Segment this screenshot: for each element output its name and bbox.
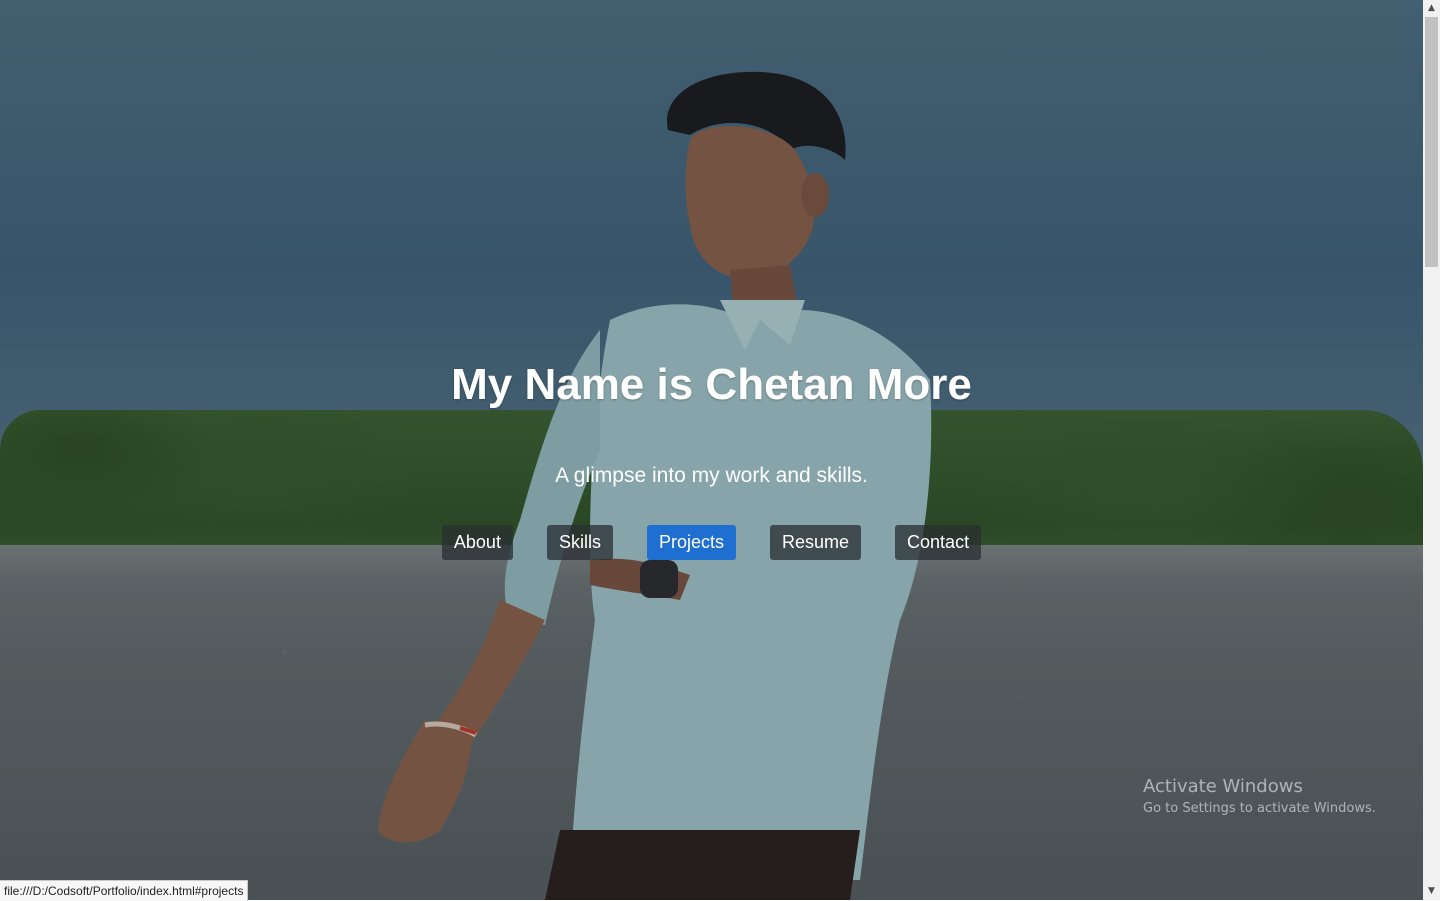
status-bar-url: file:///D:/Codsoft/Portfolio/index.html#… [0,880,249,901]
vertical-scrollbar[interactable]: ▲ ▼ [1423,0,1440,900]
nav-resume-button[interactable]: Resume [770,525,862,560]
nav-contact-button[interactable]: Contact [895,525,982,560]
page-viewport: My Name is Chetan More A glimpse into my… [0,0,1423,900]
hero-subtitle: A glimpse into my work and skills. [555,464,868,487]
scrollbar-thumb[interactable] [1425,17,1438,267]
hero-title: My Name is Chetan More [451,360,972,409]
watermark-title: Activate Windows [1143,776,1303,797]
main-nav: About Skills Projects Resume Contact [0,525,1423,560]
hero-section: My Name is Chetan More A glimpse into my… [0,0,1423,900]
nav-about-button[interactable]: About [441,525,513,560]
chevron-down-icon[interactable]: ▼ [1423,883,1440,900]
watermark-subtitle: Go to Settings to activate Windows. [1143,801,1376,816]
nav-projects-button[interactable]: Projects [646,525,736,560]
activate-windows-watermark: Activate Windows Go to Settings to activ… [1143,776,1376,816]
nav-skills-button[interactable]: Skills [546,525,613,560]
chevron-up-icon[interactable]: ▲ [1423,0,1440,17]
